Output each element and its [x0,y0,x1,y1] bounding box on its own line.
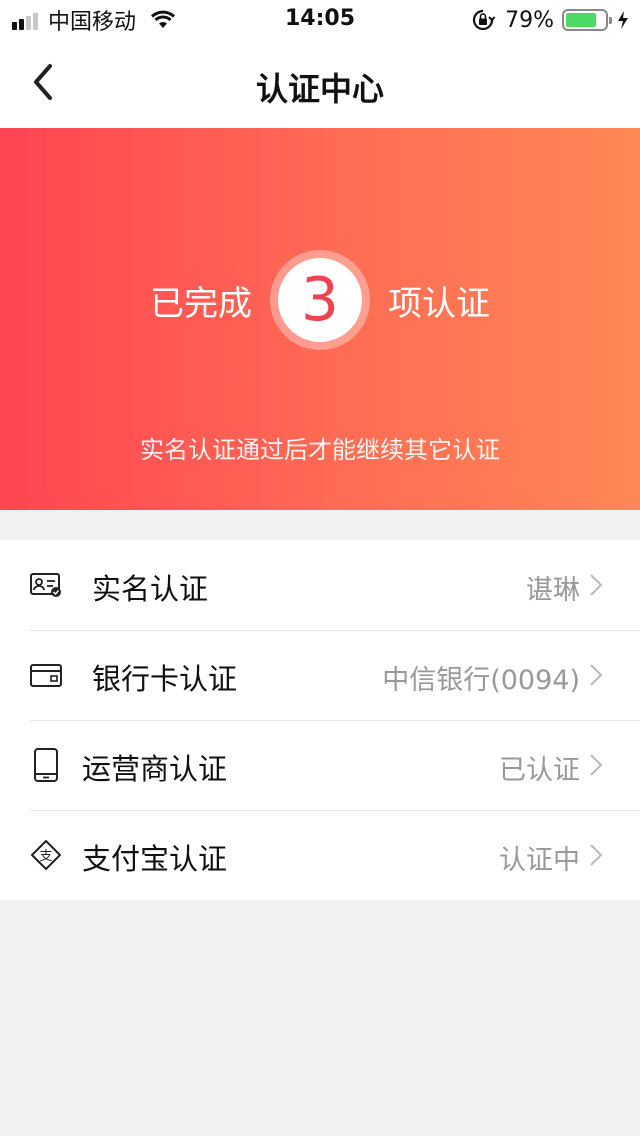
rotation-lock-icon [473,9,496,31]
list-item-label: 支付宝认证 [82,842,228,876]
summary-row: 已完成 3 项认证 [0,248,640,352]
list-item-alipay[interactable]: 支 支付宝认证 认证中 [0,810,640,900]
status-right: 79% [471,6,630,34]
svg-text:支: 支 [39,849,52,864]
summary-suffix: 项认证 [388,283,490,324]
summary-prefix: 已完成 [150,283,252,324]
id-card-icon [28,567,64,603]
chevron-right-icon [590,664,603,686]
list-item-value: 谌琳 [526,575,580,606]
chevron-right-icon [590,844,603,866]
chevron-right-icon [590,574,603,596]
battery-percent: 79% [505,7,554,33]
count-badge: 3 [270,250,370,350]
verification-summary: 已完成 3 项认证 实名认证通过后才能继续其它认证 [0,128,640,510]
list-item-bank-card[interactable]: 银行卡认证 中信银行(0094) [0,630,640,720]
list-item-value: 中信银行(0094) [382,665,580,696]
battery-icon [562,9,612,31]
list-item-label: 实名认证 [92,572,209,606]
completed-count: 3 [278,258,362,342]
alipay-icon: 支 [28,837,64,873]
phone-icon [28,747,64,783]
nav-bar: 认证中心 [0,40,640,128]
page-title: 认证中心 [255,70,384,108]
list-item-label: 运营商认证 [82,752,228,786]
list-item-value: 认证中 [499,845,580,876]
charging-icon [618,11,628,29]
bank-card-icon [28,657,64,693]
status-bar: 中国移动 14:05 79% [0,0,640,40]
list-item-label: 银行卡认证 [92,662,238,696]
list-item-carrier[interactable]: 运营商认证 已认证 [0,720,640,810]
chevron-right-icon [590,754,603,776]
summary-note: 实名认证通过后才能继续其它认证 [140,436,500,464]
list-item-value: 已认证 [499,755,580,786]
list-item-real-name[interactable]: 实名认证 谌琳 [0,540,640,630]
battery-level [566,13,597,27]
verification-list: 实名认证 谌琳 银行卡认证 中信银行(0094) 运营商认证 已认证 支 支付宝… [0,540,640,900]
